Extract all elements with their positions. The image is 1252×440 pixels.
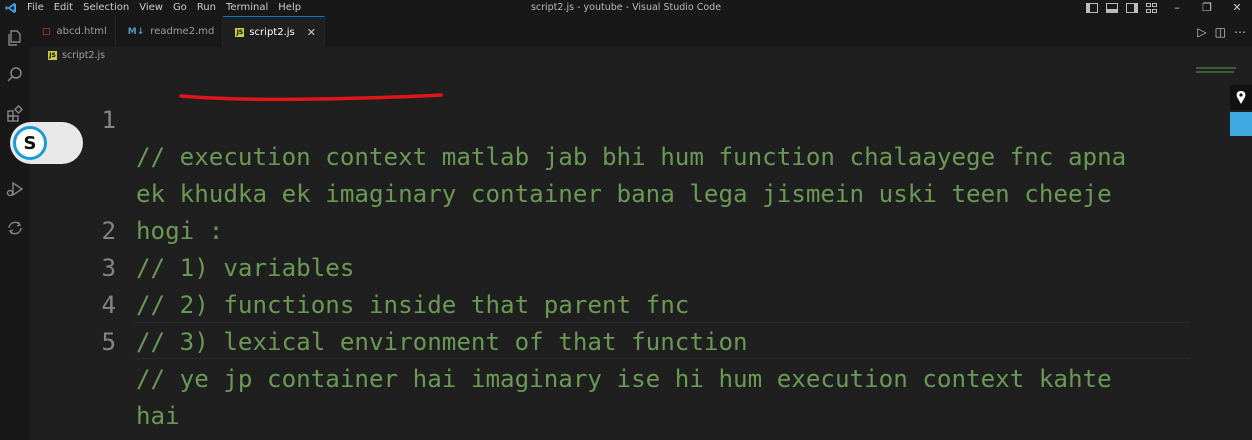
menu-file[interactable]: File xyxy=(22,0,49,16)
code-line: hai xyxy=(30,324,1220,430)
close-window-button[interactable]: ✕ xyxy=(1222,0,1252,16)
split-editor-icon[interactable]: ◫ xyxy=(1215,25,1226,39)
restore-button[interactable]: ❐ xyxy=(1192,0,1222,16)
editor-actions: ▷ ◫ ⋯ xyxy=(1197,16,1246,47)
run-file-icon[interactable]: ▷ xyxy=(1197,25,1206,39)
code-line: 2 // 1) variables xyxy=(30,176,1220,282)
menu-view[interactable]: View xyxy=(134,0,168,16)
code-editor[interactable]: 1 // execution context matlab jab bhi hu… xyxy=(30,63,1222,440)
toggle-panel-icon[interactable] xyxy=(1106,3,1118,13)
toggle-secondary-sidebar-icon[interactable] xyxy=(1126,3,1138,13)
tab-script2-js[interactable]: JS script2.js ✕ xyxy=(223,16,325,47)
js-file-icon: JS xyxy=(48,50,57,60)
extensions-icon[interactable] xyxy=(5,104,25,124)
html-file-icon: □ xyxy=(42,26,51,37)
line-text: // ye jp container hai imaginary ise hi … xyxy=(136,365,1112,393)
red-underline-annotation xyxy=(179,93,443,102)
pin-icon[interactable] xyxy=(1230,85,1252,110)
menu-bar: File Edit Selection View Go Run Terminal… xyxy=(22,0,306,16)
explorer-icon[interactable] xyxy=(5,28,25,48)
run-debug-icon[interactable] xyxy=(5,179,25,199)
overlay-widget[interactable] xyxy=(1230,112,1252,136)
toggle-primary-sidebar-icon[interactable] xyxy=(1086,3,1098,13)
tab-label: abcd.html xyxy=(56,26,107,37)
minimize-button[interactable]: – xyxy=(1162,0,1192,16)
minimap-line xyxy=(1196,71,1234,73)
menu-selection[interactable]: Selection xyxy=(78,0,134,16)
search-icon[interactable] xyxy=(5,65,25,85)
more-actions-icon[interactable]: ⋯ xyxy=(1234,25,1246,39)
remote-explorer-icon[interactable] xyxy=(5,218,25,238)
markdown-file-icon: M↓ xyxy=(127,26,145,37)
vscode-logo-icon xyxy=(0,0,22,16)
editor-tab-bar: □ abcd.html M↓ readme2.md JS script2.js … xyxy=(30,16,1252,47)
line-text: hai xyxy=(136,402,180,430)
breadcrumb-file[interactable]: script2.js xyxy=(62,50,105,61)
menu-run[interactable]: Run xyxy=(192,0,221,16)
tab-label: readme2.md xyxy=(150,26,215,37)
code-line: hogi : xyxy=(30,139,1220,245)
title-bar-controls: – ❐ ✕ xyxy=(1082,0,1252,16)
overlay-badge[interactable]: S xyxy=(10,122,83,164)
close-tab-icon[interactable]: ✕ xyxy=(307,26,316,39)
code-line: 4 // 3) lexical environment of that func… xyxy=(30,250,1220,356)
menu-edit[interactable]: Edit xyxy=(49,0,78,16)
customize-layout-icon[interactable] xyxy=(1146,3,1158,13)
code-line: 5 // ye jp container hai imaginary ise h… xyxy=(30,287,1220,393)
js-file-icon: JS xyxy=(235,27,245,37)
code-line: 3 // 2) functions inside that parent fnc xyxy=(30,213,1220,319)
activity-bar xyxy=(0,16,30,440)
s-logo-icon: S xyxy=(13,126,47,160)
tab-abcd-html[interactable]: □ abcd.html xyxy=(30,16,116,47)
menu-terminal[interactable]: Terminal xyxy=(221,0,273,16)
breadcrumb: JS script2.js xyxy=(30,47,1252,63)
menu-help[interactable]: Help xyxy=(273,0,306,16)
code-line: ek khudka ek imaginary container bana le… xyxy=(30,102,1220,208)
menu-go[interactable]: Go xyxy=(168,0,192,16)
title-bar: File Edit Selection View Go Run Terminal… xyxy=(0,0,1252,16)
tab-readme2-md[interactable]: M↓ readme2.md xyxy=(115,16,224,47)
minimap-line xyxy=(1196,67,1236,69)
tab-label: script2.js xyxy=(249,26,295,38)
